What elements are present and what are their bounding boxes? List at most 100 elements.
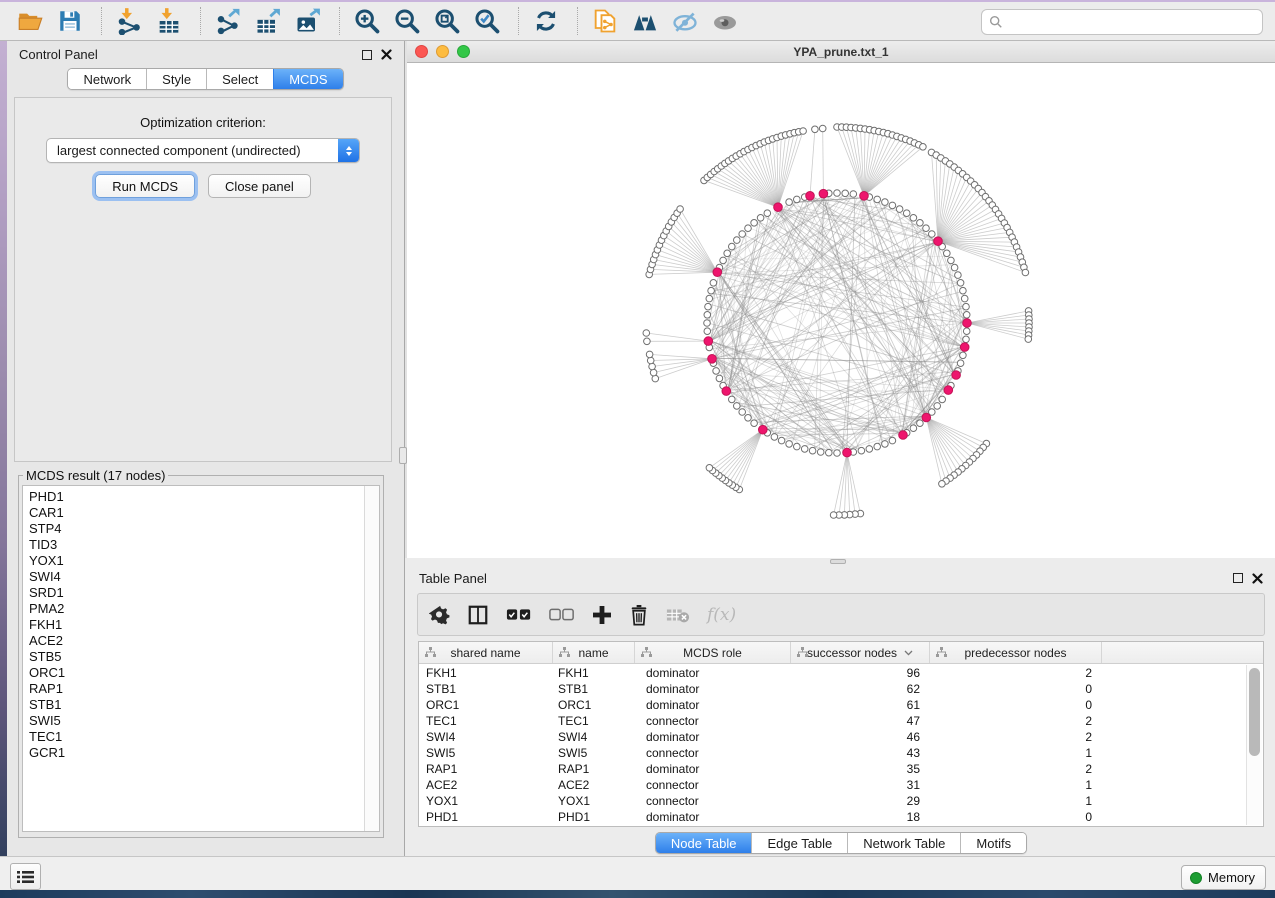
- control-panel: Control Panel NetworkStyleSelectMCDS Opt…: [7, 41, 405, 856]
- mcds-result-item[interactable]: STB1: [29, 697, 364, 713]
- mcds-result-item[interactable]: FKH1: [29, 617, 364, 633]
- panel-menu-button[interactable]: [10, 863, 41, 890]
- table-settings-button[interactable]: [429, 598, 450, 632]
- tab-network[interactable]: Network: [68, 69, 146, 89]
- table-row[interactable]: SWI5SWI5connector431: [419, 745, 1246, 761]
- mcds-result-item[interactable]: RAP1: [29, 681, 364, 697]
- function-builder-button[interactable]: f(x): [707, 598, 736, 632]
- mcds-result-item[interactable]: GCR1: [29, 745, 364, 761]
- control-panel-tabs: NetworkStyleSelectMCDS: [7, 68, 404, 94]
- delete-table-button[interactable]: [666, 598, 690, 632]
- desktop-wallpaper-left: [0, 41, 7, 856]
- vertical-splitter-handle[interactable]: [399, 447, 407, 464]
- table-row[interactable]: SWI4SWI4dominator462: [419, 729, 1246, 745]
- close-panel-button[interactable]: Close panel: [208, 174, 311, 198]
- duplicate-network-button[interactable]: [587, 4, 623, 38]
- save-session-button[interactable]: [52, 4, 88, 38]
- run-mcds-button[interactable]: Run MCDS: [95, 174, 195, 198]
- split-columns-button[interactable]: [467, 598, 489, 632]
- mcds-result-item[interactable]: SRD1: [29, 585, 364, 601]
- table-scrollbar-thumb[interactable]: [1249, 668, 1260, 756]
- find-network-button[interactable]: [627, 4, 663, 38]
- control-panel-titlebar: Control Panel: [7, 41, 404, 68]
- export-image-button[interactable]: [290, 4, 326, 38]
- tab-network-table[interactable]: Network Table: [847, 833, 960, 853]
- mcds-result-item[interactable]: PHD1: [29, 489, 364, 505]
- attribute-type-icon: [425, 647, 436, 658]
- mcds-result-item[interactable]: SWI4: [29, 569, 364, 585]
- zoom-out-button[interactable]: [389, 4, 425, 38]
- tab-select[interactable]: Select: [206, 69, 273, 89]
- mcds-result-item[interactable]: ORC1: [29, 665, 364, 681]
- table-row[interactable]: STB1STB1dominator620: [419, 681, 1246, 697]
- import-table-button[interactable]: [151, 4, 187, 38]
- tab-motifs[interactable]: Motifs: [960, 833, 1026, 853]
- horizontal-splitter-handle[interactable]: [830, 559, 846, 564]
- zoom-fit-button[interactable]: [429, 4, 465, 38]
- table-row[interactable]: TEC1TEC1connector472: [419, 713, 1246, 729]
- open-folder-button[interactable]: [12, 4, 48, 38]
- export-table-button[interactable]: [250, 4, 286, 38]
- table-row[interactable]: RAP1RAP1dominator352: [419, 761, 1246, 777]
- table-row[interactable]: YOX1YOX1connector291: [419, 793, 1246, 809]
- show-all-button[interactable]: [707, 4, 743, 38]
- table-toolbar: f(x): [417, 593, 1265, 636]
- select-all-button[interactable]: [506, 598, 532, 632]
- zoom-selected-button[interactable]: [469, 4, 505, 38]
- mcds-result-item[interactable]: SWI5: [29, 713, 364, 729]
- cell-name: SWI5: [553, 745, 635, 761]
- mcds-result-item[interactable]: ACE2: [29, 633, 364, 649]
- table-row[interactable]: FKH1FKH1dominator962: [419, 665, 1246, 681]
- table-row[interactable]: ACE2ACE2connector311: [419, 777, 1246, 793]
- refresh-icon: [532, 7, 560, 35]
- network-canvas[interactable]: [407, 64, 1275, 558]
- search-input[interactable]: [1008, 12, 1262, 32]
- toolbar-separator: [200, 7, 201, 35]
- mcds-result-item[interactable]: TEC1: [29, 729, 364, 745]
- mcds-result-item[interactable]: TID3: [29, 537, 364, 553]
- column-header-shared-name[interactable]: shared name: [419, 642, 553, 663]
- plus-icon: [592, 605, 612, 625]
- criterion-select[interactable]: largest connected component (undirected): [46, 138, 360, 163]
- tab-mcds[interactable]: MCDS: [273, 69, 342, 89]
- status-bar: Memory: [0, 856, 1275, 890]
- table-row[interactable]: ORC1ORC1dominator610: [419, 697, 1246, 713]
- column-header-name[interactable]: name: [553, 642, 635, 663]
- zoom-in-button[interactable]: [349, 4, 385, 38]
- mcds-result-item[interactable]: CAR1: [29, 505, 364, 521]
- cell-predecessor-nodes: 1: [930, 777, 1102, 793]
- network-graph[interactable]: [407, 64, 1275, 558]
- column-header-predecessor-nodes[interactable]: predecessor nodes: [930, 642, 1102, 663]
- mcds-result-list[interactable]: PHD1CAR1STP4TID3YOX1SWI4SRD1PMA2FKH1ACE2…: [23, 486, 364, 831]
- refresh-layout-button[interactable]: [528, 4, 564, 38]
- delete-column-button[interactable]: [629, 598, 649, 632]
- table-header-row: shared namenameMCDS rolesuccessor nodesp…: [419, 642, 1263, 664]
- column-header-successor-nodes[interactable]: successor nodes: [791, 642, 930, 663]
- tab-style[interactable]: Style: [146, 69, 206, 89]
- column-header-mcds-role[interactable]: MCDS role: [635, 642, 791, 663]
- mcds-result-item[interactable]: PMA2: [29, 601, 364, 617]
- network-titlebar: YPA_prune.txt_1: [407, 41, 1275, 63]
- table-row[interactable]: PHD1PHD1dominator180: [419, 809, 1246, 825]
- mcds-result-item[interactable]: STP4: [29, 521, 364, 537]
- mcds-result-item[interactable]: STB5: [29, 649, 364, 665]
- close-panel-icon[interactable]: [381, 49, 392, 60]
- mcds-result-item[interactable]: YOX1: [29, 553, 364, 569]
- cell-name: FKH1: [553, 665, 635, 681]
- table-scrollbar[interactable]: [1246, 665, 1262, 825]
- import-network-button[interactable]: [111, 4, 147, 38]
- float-panel-icon[interactable]: [362, 50, 372, 60]
- hide-selected-button[interactable]: [667, 4, 703, 38]
- tab-node-table[interactable]: Node Table: [656, 833, 752, 853]
- cell-name: YOX1: [553, 793, 635, 809]
- add-column-button[interactable]: [592, 598, 612, 632]
- deselect-all-button[interactable]: [549, 598, 575, 632]
- export-network-button[interactable]: [210, 4, 246, 38]
- zoom-fit-icon: [433, 7, 461, 35]
- float-table-panel-icon[interactable]: [1233, 573, 1243, 583]
- memory-button[interactable]: Memory: [1181, 865, 1266, 890]
- mcds-result-scrollbar[interactable]: [364, 486, 379, 831]
- cell-predecessor-nodes: 0: [930, 697, 1102, 713]
- close-table-panel-icon[interactable]: [1252, 573, 1263, 584]
- tab-edge-table[interactable]: Edge Table: [751, 833, 847, 853]
